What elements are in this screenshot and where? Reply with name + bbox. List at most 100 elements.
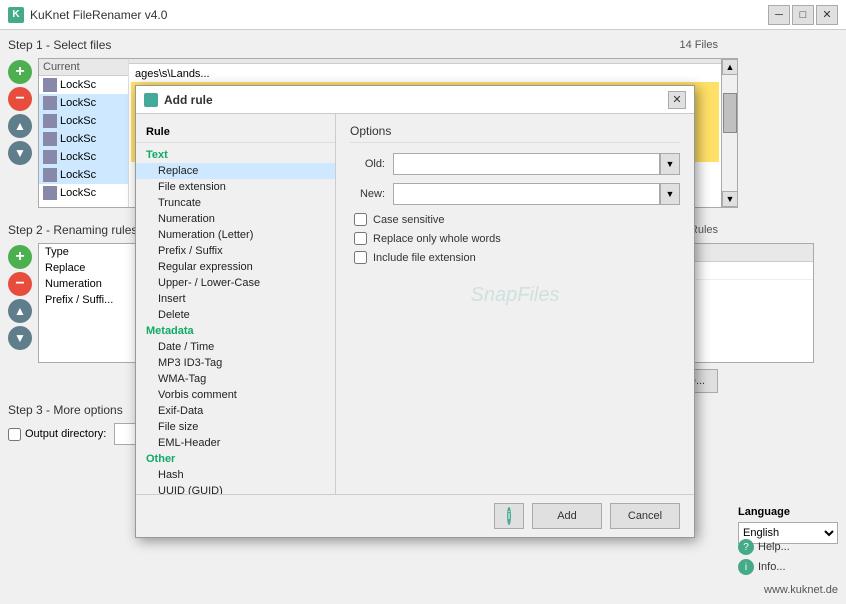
move-rule-up-button[interactable]: ▲ — [8, 299, 32, 323]
app-title: KuKnet FileRenamer v4.0 — [30, 8, 768, 22]
move-rule-down-button[interactable]: ▼ — [8, 326, 32, 350]
close-button[interactable]: ✕ — [816, 5, 838, 25]
list-item[interactable]: LockSc — [39, 148, 128, 166]
move-file-down-button[interactable]: ▼ — [8, 141, 32, 165]
rule-list-item-vorbis[interactable]: Vorbis comment — [136, 387, 335, 403]
list-item[interactable]: LockSc — [39, 94, 128, 112]
help-button[interactable]: ? Help... — [738, 538, 838, 556]
rule-list-item-regex[interactable]: Regular expression — [136, 259, 335, 275]
other-category: Other — [136, 451, 335, 467]
rule-list-item-hash[interactable]: Hash — [136, 467, 335, 483]
rule-list-item-prefix-suffix[interactable]: Prefix / Suffix — [136, 243, 335, 259]
main-window: Step 1 - Select files 14 Files + − ▲ ▼ C… — [0, 30, 846, 604]
rule-list-item-wma[interactable]: WMA-Tag — [136, 371, 335, 387]
options-panel: Options Old: ▼ New: ▼ — [336, 114, 694, 494]
move-file-up-button[interactable]: ▲ — [8, 114, 32, 138]
bottom-links: ? Help... i Info... — [738, 538, 838, 576]
old-label: Old: — [350, 158, 385, 170]
file-icon — [43, 78, 57, 92]
old-field-row: Old: ▼ — [350, 153, 680, 175]
scroll-up-arrow[interactable]: ▲ — [722, 59, 738, 75]
old-field-container: ▼ — [393, 153, 680, 175]
rule-list-item-uuid[interactable]: UUID (GUID) — [136, 483, 335, 494]
step1-header: Step 1 - Select files 14 Files — [8, 38, 838, 52]
file-icon — [43, 114, 57, 128]
dialog-icon — [144, 93, 158, 107]
dialog-cancel-button[interactable]: Cancel — [610, 503, 680, 529]
dialog-body: Rule Text Replace File extension Truncat… — [136, 114, 694, 494]
list-item[interactable]: LockSc — [39, 166, 128, 184]
rule-list-item-eml[interactable]: EML-Header — [136, 435, 335, 451]
old-input[interactable] — [393, 153, 660, 175]
output-dir-label: Output directory: — [8, 428, 106, 441]
rule-list-item-case[interactable]: Upper- / Lower-Case — [136, 275, 335, 291]
rule-list-item-truncate[interactable]: Truncate — [136, 195, 335, 211]
rule-list-item-replace[interactable]: Replace — [136, 163, 335, 179]
language-label: Language — [738, 506, 838, 518]
remove-rule-button[interactable]: − — [8, 272, 32, 296]
case-sensitive-checkbox[interactable] — [354, 213, 367, 226]
new-field-row: New: ▼ — [350, 183, 680, 205]
new-field-container: ▼ — [393, 183, 680, 205]
dialog-footer: i Add Cancel — [136, 494, 694, 537]
rule-list-item-file-extension[interactable]: File extension — [136, 179, 335, 195]
whole-words-checkbox[interactable] — [354, 232, 367, 245]
remove-file-button[interactable]: − — [8, 87, 32, 111]
new-label: New: — [350, 188, 385, 200]
file-icon — [43, 96, 57, 110]
scroll-down-arrow[interactable]: ▼ — [722, 191, 738, 207]
dialog-close-button[interactable]: ✕ — [668, 91, 686, 109]
rule-list-item-mp3[interactable]: MP3 ID3-Tag — [136, 355, 335, 371]
list-item[interactable]: LockSc — [39, 130, 128, 148]
dialog-title-bar: Add rule ✕ — [136, 86, 694, 114]
rule-list-item-insert[interactable]: Insert — [136, 291, 335, 307]
current-col-header: Current — [39, 59, 128, 76]
file-icon — [43, 132, 57, 146]
options-header: Options — [350, 124, 680, 143]
add-rule-button[interactable]: + — [8, 245, 32, 269]
scroll-thumb[interactable] — [723, 93, 737, 133]
whole-words-label: Replace only whole words — [373, 233, 501, 245]
rule-list-item-numeration[interactable]: Numeration — [136, 211, 335, 227]
dialog-info-button[interactable]: i — [494, 503, 524, 529]
window-controls: ─ □ ✕ — [768, 5, 838, 25]
rule-list-item-delete[interactable]: Delete — [136, 307, 335, 323]
new-input[interactable] — [393, 183, 660, 205]
add-rule-dialog: Add rule ✕ Rule Text Replace File extens… — [135, 85, 695, 538]
help-label: Help... — [758, 541, 790, 553]
rule-list-item-numeration-letter[interactable]: Numeration (Letter) — [136, 227, 335, 243]
step3-label: Step 3 - More options — [8, 403, 123, 417]
file-list-scrollbar[interactable]: ▲ ▼ — [721, 59, 737, 207]
case-sensitive-row: Case sensitive — [354, 213, 680, 226]
rule-section-header: Rule — [136, 122, 335, 143]
add-file-button[interactable]: + — [8, 60, 32, 84]
rule-list-item-exif[interactable]: Exif-Data — [136, 403, 335, 419]
rule-list-item-filesize[interactable]: File size — [136, 419, 335, 435]
file-list-left: Current LockSc LockSc LockSc — [39, 59, 129, 207]
whole-words-row: Replace only whole words — [354, 232, 680, 245]
list-item[interactable]: LockSc — [39, 112, 128, 130]
dialog-watermark: SnapFiles — [350, 284, 680, 307]
step2-label: Step 2 - Renaming rules — [8, 223, 137, 237]
old-dropdown-button[interactable]: ▼ — [660, 153, 680, 175]
text-category: Text — [136, 147, 335, 163]
list-item[interactable]: LockSc — [39, 184, 128, 202]
include-extension-checkbox[interactable] — [354, 251, 367, 264]
info-circle-icon: i — [507, 507, 511, 525]
metadata-category: Metadata — [136, 323, 335, 339]
dialog-add-button[interactable]: Add — [532, 503, 602, 529]
title-bar: K KuKnet FileRenamer v4.0 ─ □ ✕ — [0, 0, 846, 30]
app-icon: K — [8, 7, 24, 23]
step1-controls: + − ▲ ▼ — [8, 58, 32, 213]
step1-label: Step 1 - Select files — [8, 38, 111, 52]
list-item[interactable]: LockSc — [39, 76, 128, 94]
file-icon — [43, 168, 57, 182]
list-item[interactable]: ages\s\Lands... — [131, 66, 719, 82]
rule-list-item-datetime[interactable]: Date / Time — [136, 339, 335, 355]
info-button[interactable]: i Info... — [738, 558, 838, 576]
maximize-button[interactable]: □ — [792, 5, 814, 25]
new-dropdown-button[interactable]: ▼ — [660, 183, 680, 205]
minimize-button[interactable]: ─ — [768, 5, 790, 25]
include-extension-row: Include file extension — [354, 251, 680, 264]
output-dir-checkbox[interactable] — [8, 428, 21, 441]
